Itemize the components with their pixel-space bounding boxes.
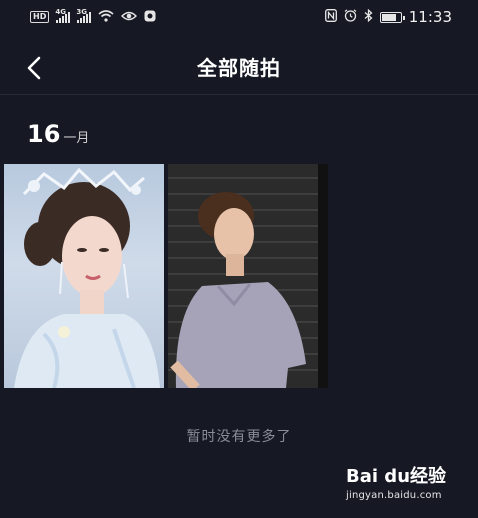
nav-bar: 全部随拍 bbox=[0, 42, 478, 95]
nfc-icon bbox=[324, 9, 337, 25]
page-title: 全部随拍 bbox=[197, 56, 281, 80]
battery-icon bbox=[379, 11, 405, 23]
baidu-watermark: Bai du经验 jingyan.baidu.com bbox=[346, 462, 456, 510]
alarm-icon bbox=[344, 9, 357, 25]
eye-icon bbox=[121, 10, 138, 25]
wifi-icon bbox=[98, 9, 114, 25]
portrait-image bbox=[168, 164, 328, 388]
date-month: 一月 bbox=[63, 131, 90, 146]
no-more-text: 暂时没有更多了 bbox=[186, 429, 292, 445]
hd-icon: HD bbox=[30, 11, 50, 23]
photo-thumbnail-2[interactable] bbox=[168, 164, 328, 388]
status-time: 11:33 bbox=[408, 8, 452, 26]
watermark-url: jingyan.baidu.com bbox=[346, 490, 442, 501]
baidu-logo: Bai du经验 bbox=[346, 466, 447, 487]
status-left: HD 4G 3G bbox=[30, 8, 156, 25]
photo-thumbnail-1[interactable] bbox=[4, 164, 164, 388]
bluetooth-icon bbox=[364, 8, 373, 25]
portrait-image bbox=[14, 167, 160, 388]
date-day: 16 bbox=[27, 120, 61, 148]
signal-icon: 4G bbox=[55, 8, 71, 23]
app-icon bbox=[144, 10, 156, 25]
date-header: 16 一月 bbox=[27, 120, 89, 148]
status-right: 11:33 bbox=[324, 8, 452, 26]
signal-icon: 3G bbox=[76, 8, 92, 23]
photo-grid bbox=[4, 164, 328, 388]
status-bar: HD 4G 3G 11:33 bbox=[0, 0, 478, 34]
